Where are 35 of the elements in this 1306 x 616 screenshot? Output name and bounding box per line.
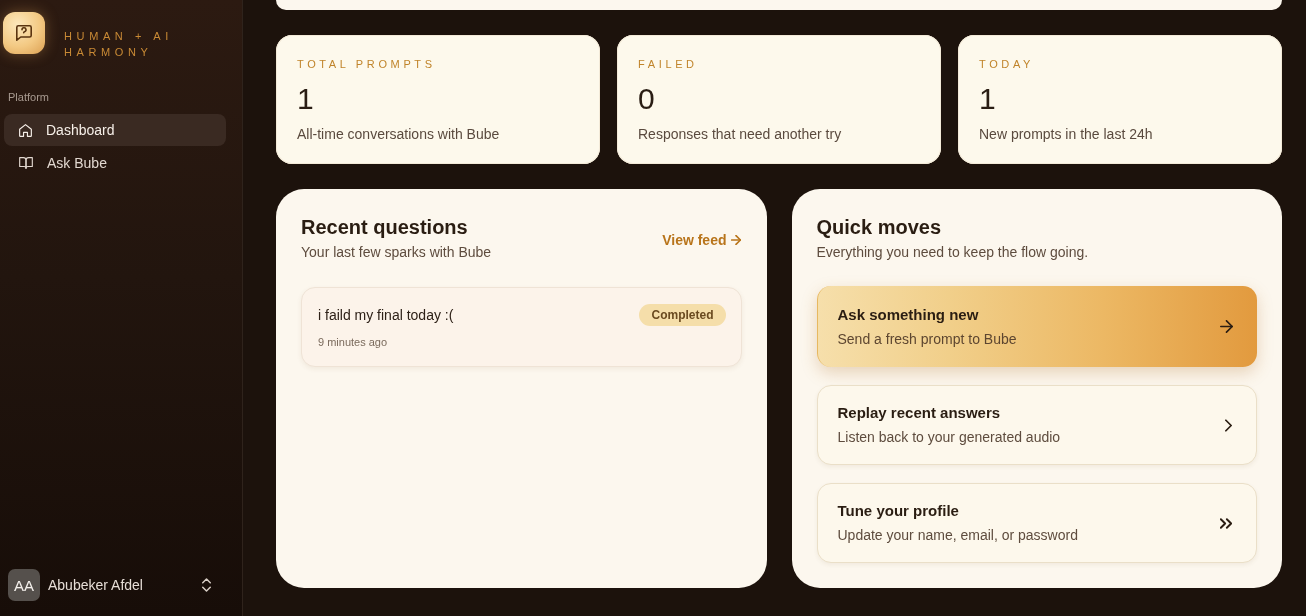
avatar: AA bbox=[8, 569, 40, 601]
chevrons-up-down-icon[interactable] bbox=[202, 578, 211, 592]
arrow-right-icon bbox=[1220, 320, 1233, 333]
question-text: i faild my final today :( bbox=[318, 307, 454, 323]
stat-value: 0 bbox=[638, 81, 656, 117]
panel-title: Recent questions bbox=[301, 215, 469, 240]
user-name: Abubeker Afdel bbox=[48, 577, 144, 593]
stat-description: New prompts in the last 24h bbox=[979, 125, 1154, 144]
question-card[interactable]: i faild my final today :( Completed 9 minutes ago bbox=[301, 287, 742, 367]
view-feed-link[interactable]: View feed bbox=[662, 232, 741, 248]
panel-title: Quick moves bbox=[816, 215, 942, 240]
book-icon bbox=[19, 157, 33, 169]
action-button[interactable]: Tune your profile Update your name, email, or password bbox=[816, 483, 1257, 563]
action-button[interactable]: Ask something new Send a fresh prompt to Bube bbox=[816, 286, 1257, 367]
stat-value: 1 bbox=[979, 81, 997, 117]
stat-label: FAILED bbox=[638, 57, 699, 72]
chevron-right-icon bbox=[1225, 418, 1232, 432]
brand-tagline: HUMAN + AI HARMONY bbox=[64, 29, 174, 60]
nav-item[interactable]: Dashboard bbox=[4, 114, 226, 146]
action-button[interactable]: Replay recent answers Listen back to your generated audio bbox=[816, 385, 1257, 465]
stat-label: TODAY bbox=[979, 57, 1036, 72]
double-chevron-right-icon bbox=[1220, 517, 1232, 529]
question-time: 9 minutes ago bbox=[318, 335, 389, 350]
stat-label: TOTAL PROMPTS bbox=[297, 57, 437, 72]
logo-icon bbox=[3, 12, 45, 54]
home-icon bbox=[19, 123, 32, 137]
stat-value: 1 bbox=[297, 81, 315, 117]
section-label: Platform bbox=[8, 90, 50, 105]
stat-description: Responses that need another try bbox=[638, 125, 843, 144]
stat-description: All-time conversations with Bube bbox=[297, 125, 501, 144]
arrow-right-icon bbox=[730, 235, 741, 245]
panel-subtitle: Everything you need to keep the flow going. bbox=[816, 243, 1089, 262]
status-badge: Completed bbox=[639, 304, 726, 326]
nav-item[interactable]: Ask Bube bbox=[4, 147, 226, 179]
panel-subtitle: Your last few sparks with Bube bbox=[301, 243, 492, 262]
